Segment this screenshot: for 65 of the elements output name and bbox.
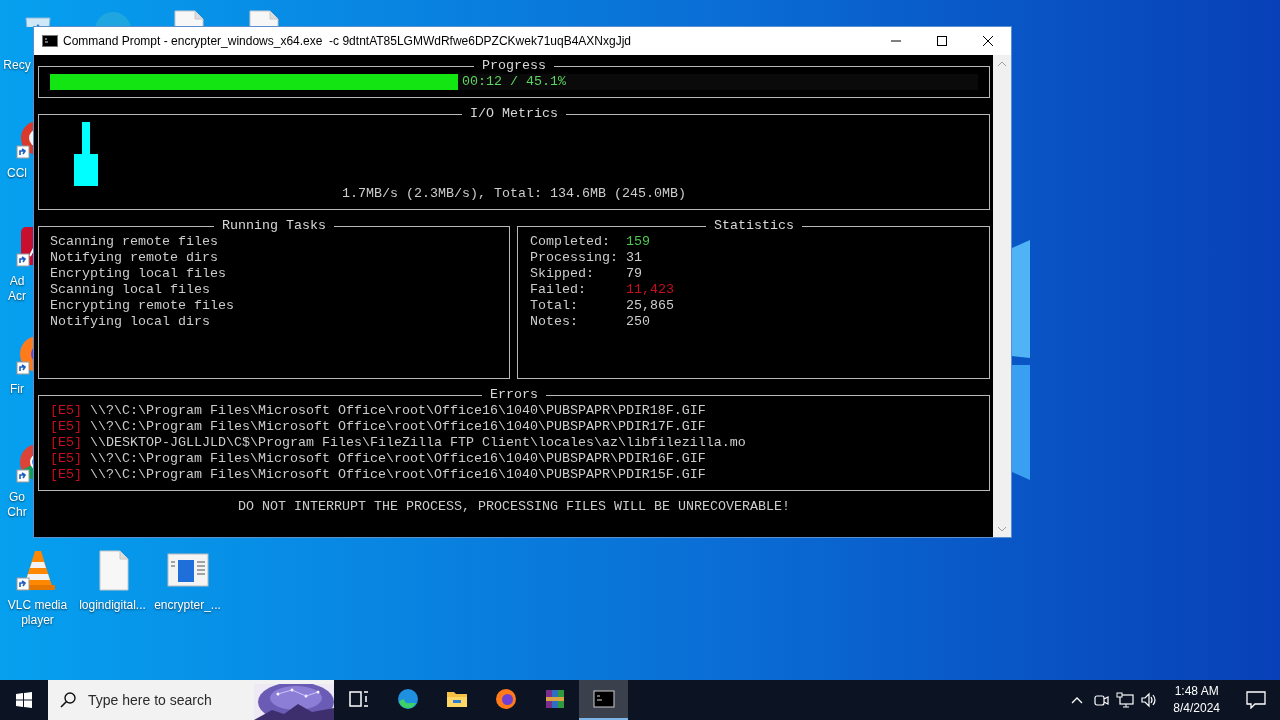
file-path: \\?\C:\Program Files\Microsoft Office\root\Office16\1040\PUBSPAPR\PDIR17F.GIF bbox=[90, 419, 706, 435]
desktop-icon-label: Go Chr bbox=[6, 490, 28, 520]
close-icon bbox=[982, 35, 994, 47]
speaker-icon bbox=[1140, 692, 1159, 708]
error-code: [E5] bbox=[50, 403, 82, 419]
terminal-icon bbox=[42, 35, 58, 47]
desktop-icon-label: encrypter_... bbox=[154, 598, 221, 613]
file-path: \\?\C:\Program Files\Microsoft Office\root\Office16\1040\PUBSPAPR\PDIR15F.GIF bbox=[90, 467, 706, 483]
search-bar[interactable]: Type here to search bbox=[48, 680, 334, 720]
stat-label: Skipped: bbox=[530, 266, 595, 282]
error-code: [E5] bbox=[50, 467, 82, 483]
panel-title: Progress bbox=[481, 58, 547, 74]
chevron-down-icon bbox=[997, 525, 1007, 532]
progress-reading: 00:12 / 45.1% bbox=[461, 74, 567, 90]
speech-bubble-icon bbox=[1246, 691, 1266, 709]
file-path: \\DESKTOP-JGLLJLD\C$\Program Files\FileZilla FTP Client\locales\az\libfilezilla.mo bbox=[90, 435, 746, 451]
clock[interactable]: 1:48 AM 8/4/2024 bbox=[1165, 680, 1228, 720]
file-path: \\?\C:\Program Files\Microsoft Office\root\Office16\1040\PUBSPAPR\PDIR18F.GIF bbox=[90, 403, 706, 419]
desktop-icon-label: logindigital... bbox=[79, 598, 146, 613]
stat-value: 79 bbox=[625, 266, 642, 281]
chevron-up-icon bbox=[1071, 696, 1084, 704]
task-item: Scanning local files bbox=[50, 282, 210, 297]
stat-label: Completed: bbox=[530, 234, 611, 250]
error-code: [E5] bbox=[50, 451, 82, 467]
camera-icon bbox=[1093, 692, 1110, 708]
stat-label: Notes: bbox=[530, 314, 579, 330]
task-item: Scanning remote files bbox=[50, 234, 218, 249]
desktop-icon-label: VLC media player bbox=[7, 598, 68, 628]
windows-logo-icon bbox=[16, 692, 32, 708]
task-item: Encrypting local files bbox=[50, 266, 226, 281]
panel-title: Statistics bbox=[713, 218, 795, 234]
stat-label: Processing: bbox=[530, 250, 619, 266]
browser-icon bbox=[493, 687, 518, 711]
stat-value: 159 bbox=[625, 234, 650, 249]
terminal-icon bbox=[591, 687, 616, 711]
stat-value: 250 bbox=[625, 314, 650, 329]
network-icon bbox=[1116, 692, 1135, 708]
desktop-icon-label: Fir bbox=[9, 382, 25, 397]
throughput-summary: 1.7MB/s (2.3MB/s), Total: 134.6MB (245.0MB) bbox=[341, 186, 687, 202]
taskbar-app-button[interactable] bbox=[579, 680, 628, 720]
stat-label: Failed: bbox=[530, 282, 587, 298]
desktop-icon-label: Ad Acr bbox=[7, 274, 27, 304]
error-code: [E5] bbox=[50, 419, 82, 435]
stat-value: 31 bbox=[625, 250, 642, 265]
panel-title: Running Tasks bbox=[221, 218, 327, 234]
stat-value: 11,423 bbox=[625, 282, 674, 297]
sparkline bbox=[74, 122, 98, 186]
stat-label: Total: bbox=[530, 298, 579, 314]
warning-message: DO NOT INTERRUPT THE PROCESS, PROCESSING FILES WILL BE UNRECOVERABLE! bbox=[237, 499, 791, 515]
desktop-icon-label: CCl bbox=[6, 166, 28, 181]
window-title: Command Prompt - encrypter_windows_x64.exe -c 9dtntAT85LGMWdRfwe6DPZCKwek71uqB4AXNxgJjd bbox=[63, 34, 632, 48]
task-item: Notifying remote dirs bbox=[50, 250, 218, 265]
file-path: \\?\C:\Program Files\Microsoft Office\root\Office16\1040\PUBSPAPR\PDIR16F.GIF bbox=[90, 451, 706, 467]
panel-title: Errors bbox=[489, 387, 539, 403]
task-item: Encrypting remote files bbox=[50, 298, 234, 313]
maximize-icon bbox=[936, 35, 948, 47]
chevron-up-icon bbox=[997, 60, 1007, 67]
error-code: [E5] bbox=[50, 435, 82, 451]
browser-icon bbox=[395, 687, 420, 711]
desktop-icon-label: Recy bbox=[2, 58, 32, 73]
search-icon bbox=[60, 692, 76, 708]
panel-title: I/O Metrics bbox=[469, 106, 559, 122]
task-item: Notifying local dirs bbox=[50, 314, 210, 329]
stat-value: 25,865 bbox=[625, 298, 674, 313]
search-input[interactable]: Type here to search bbox=[86, 691, 254, 709]
